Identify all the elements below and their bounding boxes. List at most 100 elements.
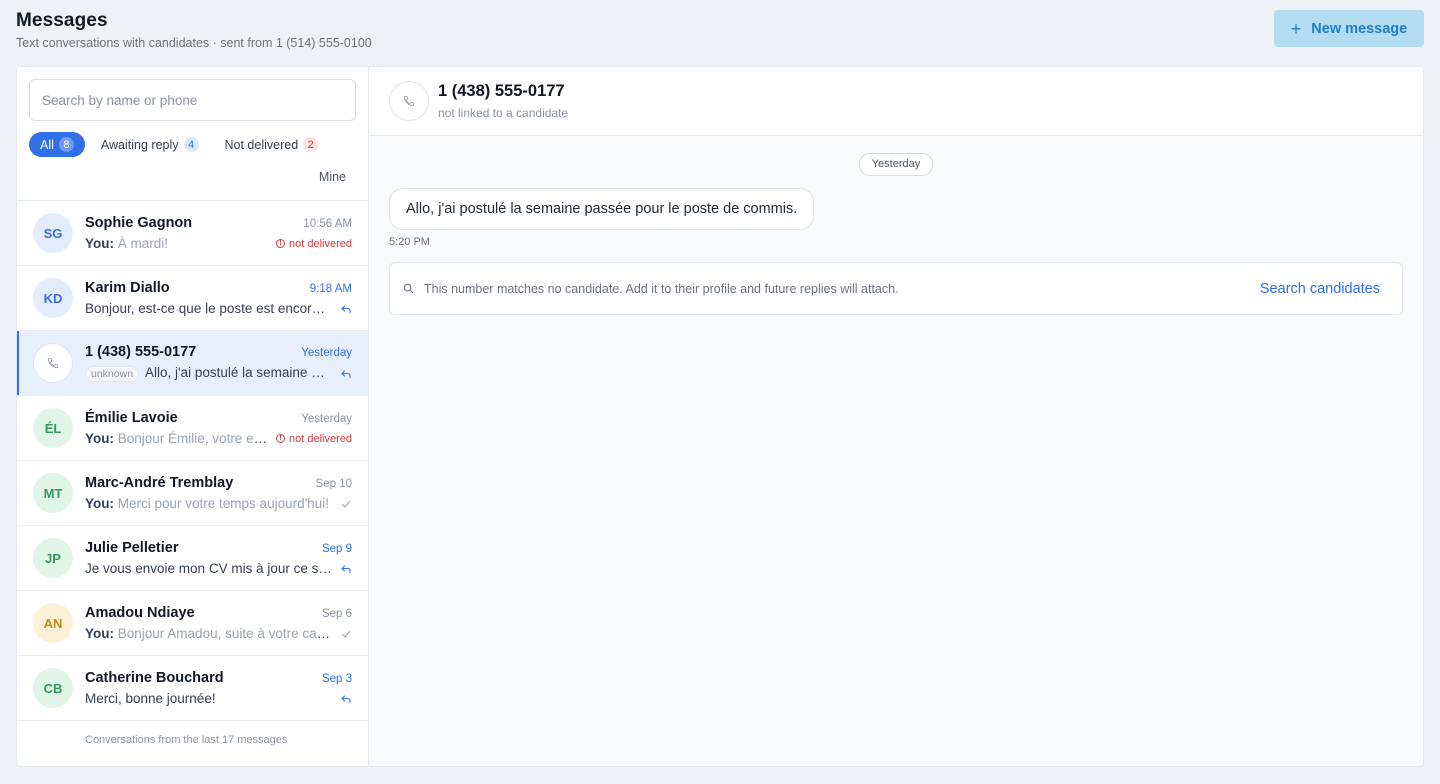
conversation-sidebar: All 8 Awaiting reply 4 Not delivered 2 M… <box>17 67 369 766</box>
conversation-item[interactable]: ÉL Émilie Lavoie Yesterday You: Bonjour … <box>17 396 368 461</box>
message-preview: You: Bonjour Émilie, votre entrevue est … <box>85 431 268 446</box>
thread-avatar <box>389 81 429 121</box>
conversation-time: Sep 10 <box>315 478 352 490</box>
reply-icon <box>341 369 351 378</box>
avatar: CB <box>33 668 73 708</box>
filter-chips: All 8 Awaiting reply 4 Not delivered 2 <box>29 132 356 157</box>
avatar: JP <box>33 538 73 578</box>
conversation-body: Catherine Bouchard Sep 3 Merci, bonne jo… <box>85 670 352 706</box>
conversation-item[interactable]: CB Catherine Bouchard Sep 3 Merci, bonne… <box>17 656 368 721</box>
alert-circle-icon: ! <box>276 239 285 248</box>
conversation-body: Amadou Ndiaye Sep 6 You: Bonjour Amadou,… <box>85 605 352 641</box>
reply-icon <box>341 694 351 703</box>
contact-name: Julie Pelletier <box>85 540 179 556</box>
message-preview: You: À mardi! <box>85 236 268 251</box>
not-delivered-status: ! not delivered <box>276 433 352 445</box>
conversation-body: Karim Diallo 9:18 AM Bonjour, est-ce que… <box>85 280 352 316</box>
conversation-body: Sophie Gagnon 10:56 AM You: À mardi! ! no… <box>85 215 352 251</box>
new-message-button[interactable]: + New message <box>1274 10 1424 47</box>
unknown-tag: unknown <box>85 366 140 382</box>
avatar: MT <box>33 473 73 513</box>
contact-name: Amadou Ndiaye <box>85 605 195 621</box>
no-candidate-notice: This number matches no candidate. Add it… <box>389 262 1403 315</box>
conversation-item-selected[interactable]: 1 (438) 555-0177 Yesterday unknown Allo, … <box>17 331 368 396</box>
conversation-time: Yesterday <box>301 413 352 425</box>
search-candidates-link[interactable]: Search candidates <box>1260 281 1380 297</box>
day-divider: Yesterday <box>859 153 933 176</box>
preview-text: Bonjour Amadou, suite à votre candidatur… <box>117 626 332 641</box>
thread-panel: 1 (438) 555-0177 not linked to a candida… <box>369 67 1423 766</box>
avatar: KD <box>33 278 73 318</box>
contact-name: Karim Diallo <box>85 280 170 296</box>
message-time: 5:20 PM <box>389 236 430 248</box>
you-prefix: You: <box>85 496 114 511</box>
conversation-body: Julie Pelletier Sep 9 Je vous envoie mon… <box>85 540 352 576</box>
list-footer: Conversations from the last 17 messages <box>85 734 288 746</box>
avatar: SG <box>33 213 73 253</box>
thread-header: 1 (438) 555-0177 not linked to a candida… <box>369 67 1423 136</box>
notice-text: This number matches no candidate. Add it… <box>424 281 899 296</box>
contact-name: 1 (438) 555-0177 <box>85 344 197 360</box>
filter-not-delivered[interactable]: Not delivered 2 <box>215 132 329 157</box>
status-text: not delivered <box>289 432 352 445</box>
conversation-item[interactable]: JP Julie Pelletier Sep 9 Je vous envoie … <box>17 526 368 591</box>
filter-awaiting-reply[interactable]: Awaiting reply 4 <box>91 132 209 157</box>
avatar: ÉL <box>33 408 73 448</box>
filter-not-delivered-label: Not delivered <box>224 137 299 152</box>
conversation-time: Sep 9 <box>321 543 352 555</box>
contact-name: Émilie Lavoie <box>85 410 178 426</box>
thread-title: 1 (438) 555-0177 <box>438 82 565 100</box>
check-icon <box>341 500 351 508</box>
avatar: AN <box>33 603 73 643</box>
conversation-time: 9:18 AM <box>309 283 352 295</box>
thread-body: Yesterday Allo, j'ai postulé la semaine … <box>369 136 1423 315</box>
filter-not-delivered-count: 2 <box>303 137 319 152</box>
phone-icon <box>48 358 58 368</box>
alert-circle-icon: ! <box>276 434 285 443</box>
contact-name: Sophie Gagnon <box>85 215 193 231</box>
plus-icon: + <box>1290 18 1302 39</box>
sidebar-top: All 8 Awaiting reply 4 Not delivered 2 M… <box>17 67 368 201</box>
conversation-body: Émilie Lavoie Yesterday You: Bonjour Émi… <box>85 410 352 446</box>
reply-icon <box>341 564 351 573</box>
mine-row: Mine <box>29 164 356 189</box>
conversation-item[interactable]: SG Sophie Gagnon 10:56 AM You: À mardi! … <box>17 201 368 266</box>
conversation-item[interactable]: AN Amadou Ndiaye Sep 6 You: Bonjour Amad… <box>17 591 368 656</box>
messages-panel: All 8 Awaiting reply 4 Not delivered 2 M… <box>16 66 1424 767</box>
phone-avatar <box>33 343 73 383</box>
message-preview: You: Merci pour votre temps aujourd'hui! <box>85 496 332 511</box>
conversation-body: 1 (438) 555-0177 Yesterday unknown Allo, … <box>85 344 352 382</box>
incoming-message-bubble: Allo, j'ai postulé la semaine passée pou… <box>389 188 815 230</box>
conversation-item[interactable]: MT Marc-André Tremblay Sep 10 You: Merci… <box>17 461 368 526</box>
message-preview: You: Bonjour Amadou, suite à votre candi… <box>85 626 332 641</box>
search-icon <box>403 283 414 294</box>
thread-header-text: 1 (438) 555-0177 not linked to a candida… <box>438 82 568 120</box>
filter-awaiting-reply-count: 4 <box>183 137 199 152</box>
filter-awaiting-reply-label: Awaiting reply <box>100 137 179 152</box>
page-title: Messages <box>16 10 108 31</box>
contact-name: Marc-André Tremblay <box>85 475 234 491</box>
thread-subtitle: not linked to a candidate <box>438 106 569 120</box>
you-prefix: You: <box>85 431 114 446</box>
conversation-time: Sep 3 <box>321 673 352 685</box>
preview-text: Allo, j'ai postulé la semaine passée pou… <box>145 365 332 380</box>
not-delivered-status: ! not delivered <box>276 238 352 250</box>
page-subtitle: Text conversations with candidates · sen… <box>16 36 372 50</box>
search-input[interactable] <box>29 79 356 121</box>
filter-mine[interactable]: Mine <box>319 164 346 189</box>
filter-all-count: 8 <box>58 137 74 152</box>
new-message-label: New message <box>1311 20 1408 37</box>
filter-all-label: All <box>40 137 54 152</box>
filter-all[interactable]: All 8 <box>29 132 85 157</box>
phone-icon <box>404 96 414 106</box>
conversation-time: Yesterday <box>301 347 352 359</box>
reply-icon <box>341 304 351 313</box>
preview-text: Merci pour votre temps aujourd'hui! <box>117 496 329 511</box>
message-preview: Bonjour, est-ce que le poste est encore … <box>85 301 332 316</box>
you-prefix: You: <box>85 236 114 251</box>
preview-text: À mardi! <box>117 236 169 251</box>
message-preview: unknown Allo, j'ai postulé la semaine pas… <box>85 365 332 382</box>
page-header: Messages Text conversations with candida… <box>16 10 372 50</box>
conversation-item[interactable]: KD Karim Diallo 9:18 AM Bonjour, est-ce … <box>17 266 368 331</box>
message-preview: Je vous envoie mon CV mis à jour ce soir… <box>85 561 332 576</box>
